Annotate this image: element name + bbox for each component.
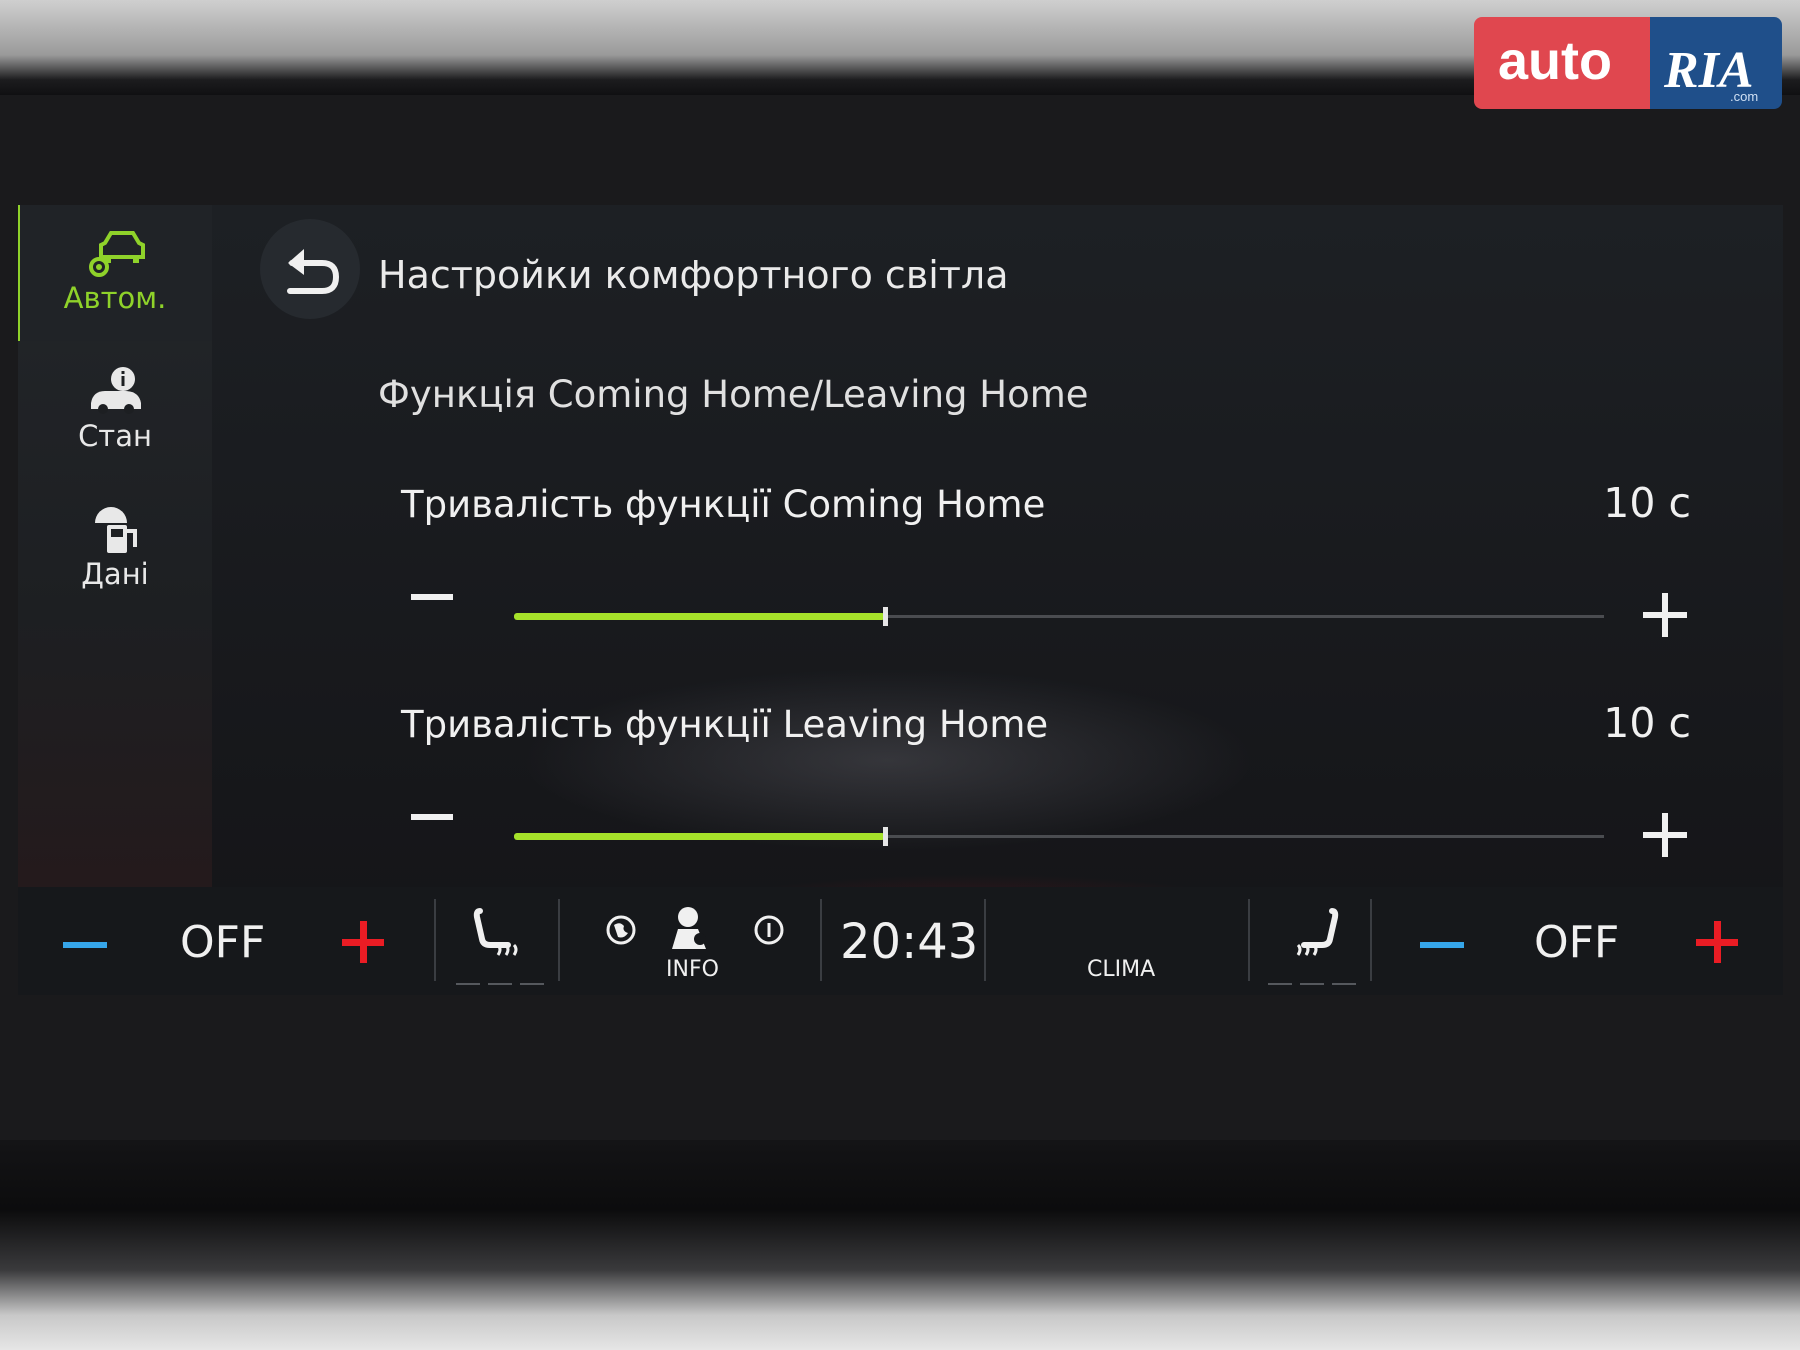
- coming-home-increase-button[interactable]: [1628, 580, 1698, 650]
- leaving-home-decrease-button[interactable]: [396, 787, 466, 847]
- infotainment-screen: Автом. Стан Дані Настройки комфортного с…: [18, 205, 1783, 995]
- bottom-bar: OFF INFO 20:43 CLIMA OFF: [18, 887, 1783, 995]
- car-info-icon: [91, 367, 141, 414]
- back-arrow-icon: [287, 249, 340, 294]
- leaving-home-increase-button[interactable]: [1628, 800, 1698, 870]
- back-button[interactable]: [260, 219, 360, 319]
- coming-home-duration-label: Тривалість функції Coming Home: [401, 483, 1046, 526]
- display-bezel-bottom: [0, 1140, 1800, 1350]
- fuel-data-icon: [95, 507, 137, 553]
- right-seat-heat-button[interactable]: [1274, 901, 1354, 981]
- minus-icon: [411, 814, 453, 820]
- left-temp-decrease-button[interactable]: [63, 942, 107, 948]
- leaving-home-duration-value: 10 с: [1603, 699, 1691, 747]
- sidebar-item-data[interactable]: Дані: [18, 481, 212, 617]
- slider-fill: [514, 833, 885, 840]
- logo-lettering: auto RIA .com: [1498, 31, 1758, 104]
- left-temp-increase-button[interactable]: [338, 917, 388, 967]
- autoria-watermark-logo: auto RIA .com: [1474, 17, 1782, 109]
- sidebar-item-status[interactable]: Стан: [18, 343, 212, 479]
- right-temp-decrease-button[interactable]: [1420, 942, 1464, 948]
- slider-thumb[interactable]: [882, 607, 888, 626]
- right-temp-value: OFF: [1534, 917, 1620, 968]
- left-seat-heat-button[interactable]: [458, 901, 538, 981]
- section-title: Функція Coming Home/Leaving Home: [378, 373, 1089, 416]
- car-settings-icon: [89, 231, 145, 277]
- sidebar-item-auto[interactable]: Автом.: [18, 205, 212, 341]
- sidebar: Автом. Стан Дані: [18, 205, 212, 887]
- globe-icon[interactable]: [604, 913, 638, 947]
- sidebar-item-label: Дані: [81, 557, 149, 591]
- svg-text:auto: auto: [1498, 31, 1612, 91]
- info-nav-icon[interactable]: [668, 903, 714, 953]
- right-temp-increase-button[interactable]: [1692, 917, 1742, 967]
- slider-fill: [514, 613, 885, 620]
- page-title: Настройки комфортного світла: [378, 253, 1009, 297]
- coming-home-decrease-button[interactable]: [396, 567, 466, 627]
- info-label[interactable]: INFO: [666, 957, 719, 982]
- minus-icon: [411, 594, 453, 600]
- svg-text:.com: .com: [1730, 89, 1758, 104]
- sidebar-item-label: Стан: [78, 419, 152, 453]
- leaving-home-duration-label: Тривалість функції Leaving Home: [401, 703, 1049, 746]
- clock: 20:43: [840, 914, 979, 970]
- clima-button[interactable]: CLIMA: [1087, 957, 1155, 982]
- info-circle-icon[interactable]: [752, 913, 786, 947]
- slider-thumb[interactable]: [882, 827, 888, 846]
- coming-home-duration-value: 10 с: [1603, 479, 1691, 527]
- seat-heat-icon: [473, 908, 518, 956]
- coming-home-duration-slider[interactable]: [514, 605, 1604, 629]
- left-temp-value: OFF: [180, 917, 266, 968]
- seat-heat-icon: [1296, 908, 1339, 956]
- sidebar-item-label: Автом.: [63, 281, 167, 315]
- leaving-home-duration-slider[interactable]: [514, 825, 1604, 849]
